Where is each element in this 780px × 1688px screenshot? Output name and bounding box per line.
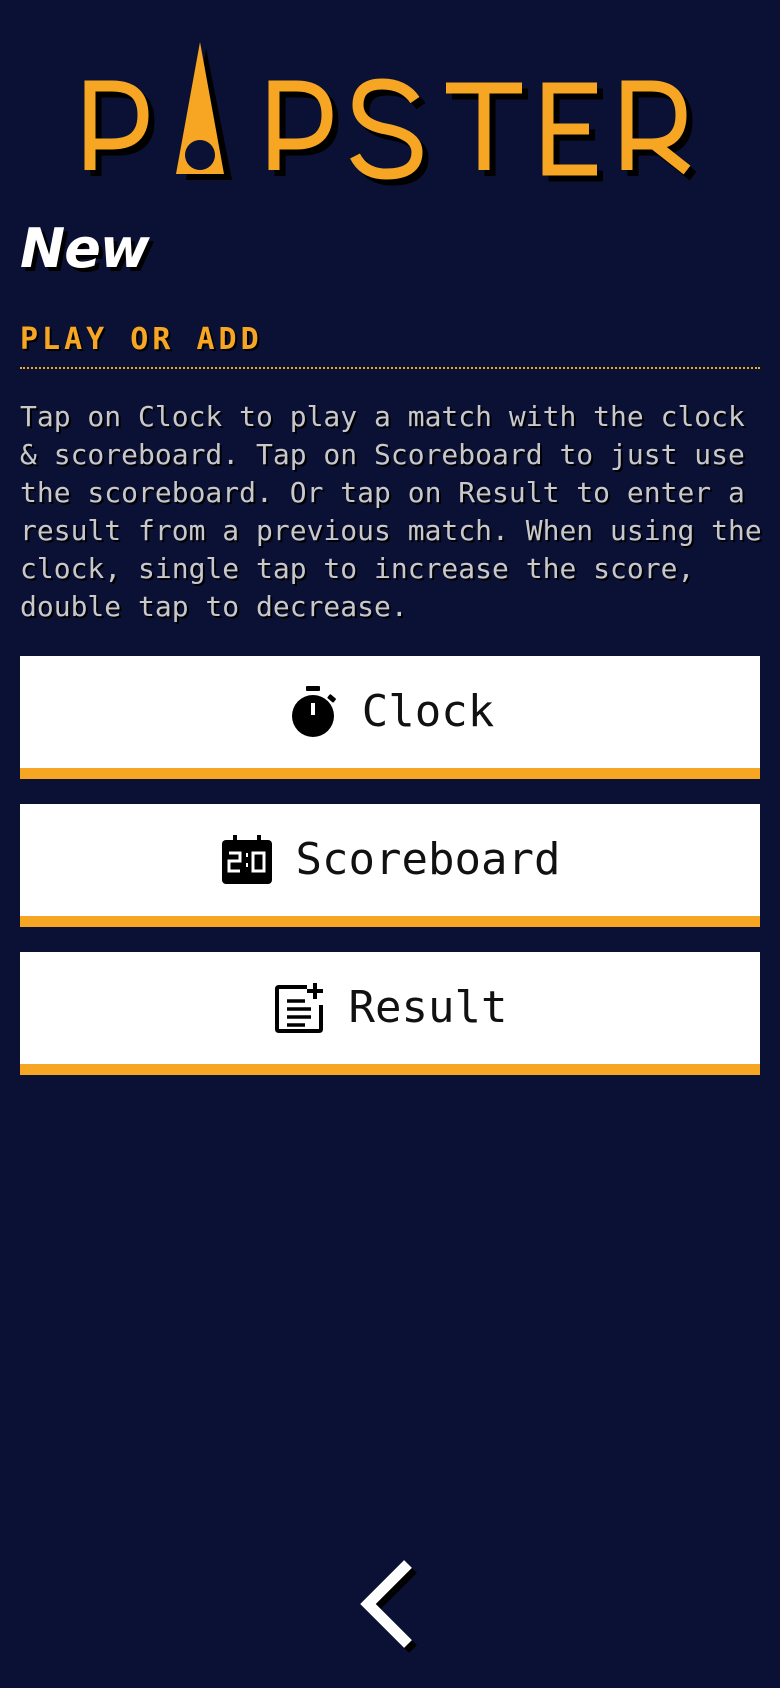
- result-button-label: Result: [348, 982, 508, 1033]
- stopwatch-icon: [286, 685, 340, 739]
- app-logo: [0, 36, 780, 186]
- chevron-left-icon: [360, 1560, 417, 1653]
- clock-button[interactable]: Clock: [20, 656, 760, 779]
- scoreboard-icon: [220, 833, 274, 887]
- instructions-text: Tap on Clock to play a match with the cl…: [20, 400, 762, 623]
- scoreboard-button-label: Scoreboard: [295, 834, 561, 885]
- section-subheading: PLAY OR ADD: [20, 322, 263, 357]
- back-button[interactable]: [350, 1546, 430, 1662]
- page-title: New: [20, 217, 150, 280]
- add-result-icon: [273, 981, 327, 1035]
- result-button[interactable]: Result: [20, 952, 760, 1075]
- dotted-divider: [20, 367, 760, 369]
- papster-logo-graphic: [84, 42, 697, 186]
- scoreboard-button[interactable]: Scoreboard: [20, 804, 760, 927]
- clock-button-label: Clock: [361, 686, 495, 737]
